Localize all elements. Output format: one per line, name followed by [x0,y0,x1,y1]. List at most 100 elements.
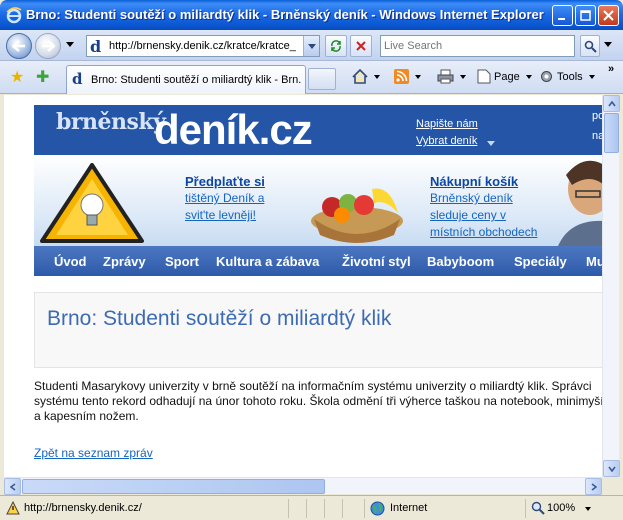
select-edition-link[interactable]: Vybrat deník [416,135,477,147]
address-dropdown-button[interactable] [303,36,319,56]
back-button[interactable] [6,33,32,59]
favorites-star-icon[interactable]: ★ [10,67,24,87]
back-arrow-icon [12,40,25,52]
status-divider [306,499,307,518]
page-icon [477,69,491,84]
page-viewport: brněnský deník.cz Napište nám Vybrat den… [4,95,602,477]
status-divider [342,499,343,518]
tab-toolbar: ★ ✚ d Brno: Studenti soutěží o miliardtý… [0,61,623,94]
nav-item-specialy[interactable]: Speciály [514,254,567,269]
scroll-right-button[interactable] [585,478,602,495]
status-bar: http://brnensky.denik.cz/ Internet 100% [0,495,623,520]
warning-lightbulb-icon[interactable] [40,163,144,243]
title-bar: Brno: Studenti soutěží o miliardtý klik … [0,0,623,30]
tab-active[interactable]: d Brno: Studenti soutěží o miliardtý kli… [66,65,306,94]
nav-item-mu[interactable]: Mu [586,254,602,269]
shopping-basket-image[interactable] [302,169,412,245]
zoom-magnifier-icon [531,501,545,515]
page-menu-button[interactable]: Page [477,69,532,84]
scroll-left-button[interactable] [4,478,21,495]
nav-item-zivotni-styl[interactable]: Životní styl [342,254,411,269]
back-to-news-link[interactable]: Zpět na seznam zpráv [34,446,153,460]
promo-basket-title[interactable]: Nákupní košík [430,173,518,190]
stop-icon [356,41,366,51]
nav-item-uvod[interactable]: Úvod [54,254,87,269]
home-button[interactable] [352,69,380,84]
add-favorites-icon[interactable]: ✚ [36,67,49,87]
main-nav: Úvod Zprávy Sport Kultura a zábava Život… [34,246,602,276]
vertical-scroll-thumb[interactable] [604,113,619,153]
new-tab-button[interactable] [308,68,336,90]
printer-icon [437,69,454,84]
status-divider [525,499,526,518]
zoom-dropdown-caret-icon[interactable] [585,507,591,511]
page-menu-label: Page [494,70,520,83]
promo-subscribe-title[interactable]: Předplaťte si [185,173,265,190]
nav-item-babyboom[interactable]: Babyboom [427,254,494,269]
refresh-button[interactable] [325,35,347,57]
print-button[interactable] [437,69,466,84]
tools-menu-button[interactable]: Tools [539,69,595,84]
search-button[interactable] [580,35,600,57]
address-url: http://brnensky.denik.cz/kratce/kratce_ [109,40,296,52]
vertical-scrollbar[interactable] [602,95,620,477]
maximize-button[interactable] [575,5,596,26]
promo-basket-line-1[interactable]: Brněnský deník [430,190,513,207]
search-box[interactable] [380,35,575,57]
tab-label: Brno: Studenti soutěží o miliardtý klik … [91,74,301,86]
status-divider [324,499,325,518]
search-options-dropdown[interactable] [604,42,612,47]
scroll-down-button[interactable] [603,460,620,477]
magnifier-icon [584,40,597,53]
promo-subscribe-line-1[interactable]: tištěný Deník a [185,190,264,207]
close-button[interactable] [598,5,619,26]
nav-item-kultura[interactable]: Kultura a zábava [216,254,319,269]
close-icon [603,10,614,21]
article-headline: Brno: Studenti soutěží o miliardtý klik [47,307,392,330]
toolbar-overflow-chevron-icon[interactable]: » [608,63,614,75]
minimize-icon [558,18,565,20]
chevron-up-icon [607,100,616,106]
window-title: Brno: Studenti soutěží o miliardtý klik … [26,7,544,22]
nav-item-sport[interactable]: Sport [165,254,199,269]
rss-feed-icon [394,69,409,84]
promo-basket-line-3[interactable]: místních obchodech [430,224,537,241]
top-right-text-1: po [592,110,602,122]
address-toolbar: d http://brnensky.denik.cz/kratce/kratce… [0,30,623,61]
internet-explorer-icon [6,7,22,24]
nav-item-zpravy[interactable]: Zprávy [103,254,146,269]
recent-pages-dropdown[interactable] [66,42,74,47]
refresh-icon [331,40,341,52]
person-photo-image [558,160,602,246]
zoom-level[interactable]: 100% [547,502,575,514]
status-url: http://brnensky.denik.cz/ [24,502,142,514]
logo-denik[interactable]: deník.cz [154,106,313,154]
stop-button[interactable] [350,35,372,57]
feeds-button[interactable] [394,69,421,84]
chevron-down-icon [607,466,616,472]
gear-icon [541,71,552,82]
status-divider [364,499,365,518]
status-divider [288,499,289,518]
maximize-icon [580,10,591,21]
forward-arrow-icon [42,40,55,52]
scroll-up-button[interactable] [603,95,620,112]
promo-subscribe-line-2[interactable]: svit'te levněji! [185,207,256,224]
top-right-text-2: na [592,130,602,142]
tools-menu-label: Tools [557,70,583,83]
search-input[interactable] [381,36,574,56]
minimize-button[interactable] [552,5,573,26]
home-icon [352,69,368,84]
security-zone-label[interactable]: Internet [390,502,427,514]
chevron-left-icon [9,482,15,491]
horizontal-scroll-thumb[interactable] [22,479,325,494]
ie-window: Brno: Studenti soutěží o miliardtý klik … [0,0,623,520]
contact-link[interactable]: Napište nám [416,118,478,130]
site-favicon-icon: d [90,37,102,56]
horizontal-scrollbar[interactable] [4,477,602,495]
select-edition-caret-icon[interactable] [487,141,495,146]
tab-favicon-icon: d [72,70,83,88]
address-field[interactable]: d http://brnensky.denik.cz/kratce/kratce… [86,35,320,57]
forward-button[interactable] [35,33,61,59]
promo-basket-line-2[interactable]: sleduje ceny v [430,207,506,224]
